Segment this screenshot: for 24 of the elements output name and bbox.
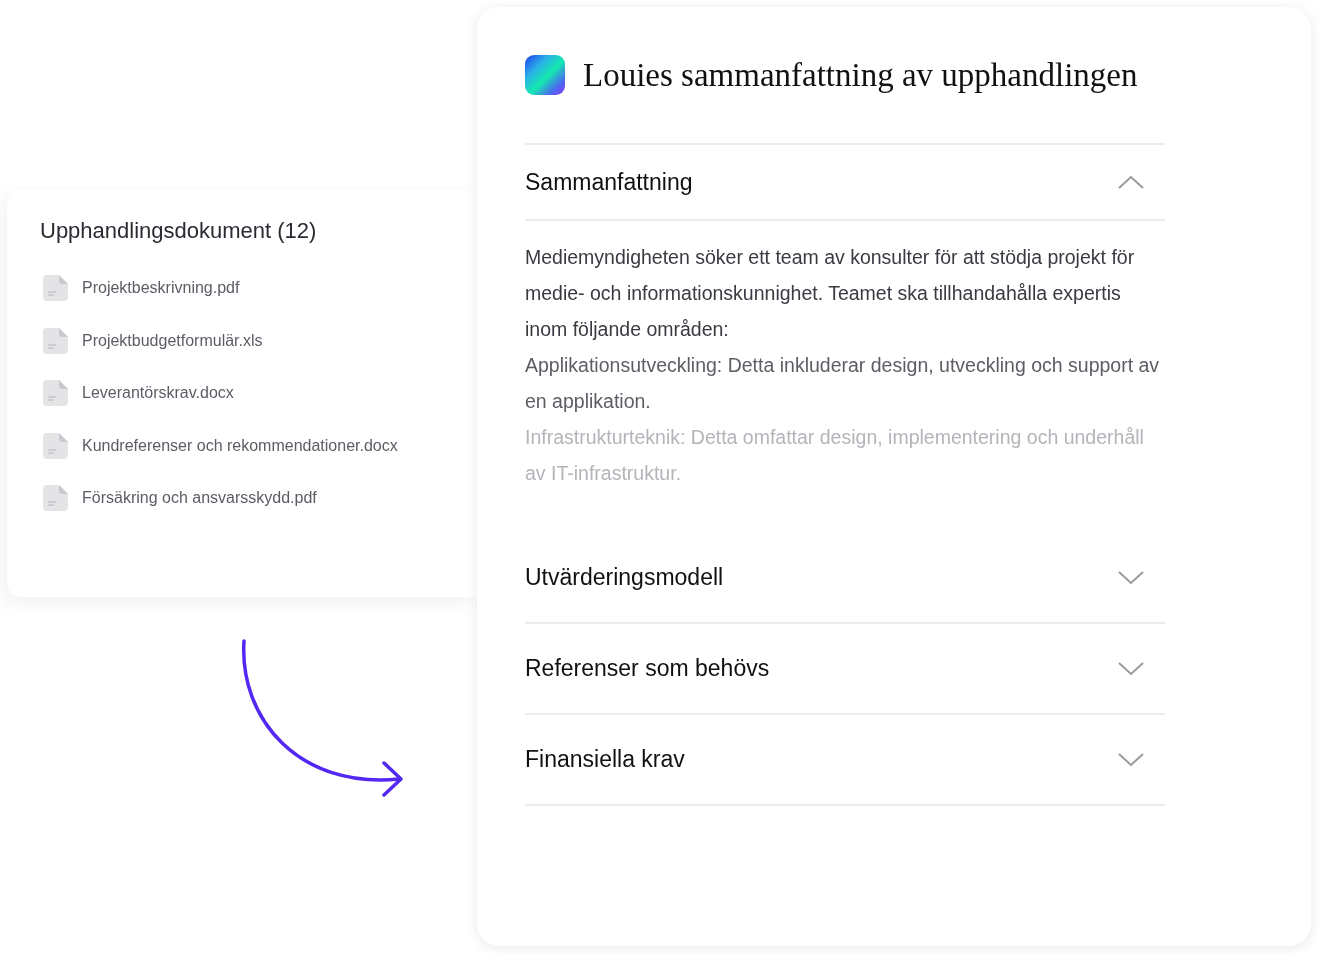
summary-paragraph: Applikationsutveckling: Detta inkluderar design, utveckling och support av en applikation. — [525, 353, 1161, 414]
logo-icon — [525, 55, 565, 95]
file-icon — [42, 432, 68, 459]
accordion-header[interactable]: Referenser som behövs — [525, 624, 1165, 713]
summary-paragraph: Mediemyndigheten söker ett team av konsulter för att stödja projekt för medie- och informationskunnighet. Teamet ska tillhandahålla expertis inom följande områden: — [525, 245, 1136, 342]
accordion-header[interactable]: Finansiella krav — [525, 715, 1165, 804]
chevron-up-icon — [1117, 174, 1145, 190]
summary-title: Louies sammanfattning av upphandlingen — [583, 56, 1138, 94]
accordion-header[interactable]: Sammanfattning — [525, 145, 1165, 219]
file-icon — [42, 327, 68, 354]
summary-paragraph: Infrastrukturteknik: Detta omfattar design, implementering och underhåll av IT-infrastruktur. — [525, 425, 1145, 486]
file-icon — [42, 380, 68, 407]
chevron-down-icon — [1117, 751, 1145, 768]
file-item[interactable]: Projektbudgetformulär.xls — [40, 314, 263, 367]
file-item[interactable]: Leverantörskrav.docx — [40, 367, 234, 420]
file-icon — [42, 485, 68, 512]
file-item[interactable]: Försäkring och ansvarsskydd.pdf — [40, 472, 317, 525]
file-item[interactable]: Kundreferenser och rekommendationer.docx — [40, 419, 398, 472]
chevron-down-icon — [1117, 660, 1145, 677]
file-icon — [42, 275, 68, 302]
chevron-down-icon — [1117, 569, 1145, 586]
file-item[interactable]: Projektbeskrivning.pdf — [40, 262, 240, 315]
documents-title: Upphandlingsdokument (12) — [40, 218, 318, 244]
accordion-header[interactable]: Utvärderingsmodell — [525, 533, 1165, 622]
